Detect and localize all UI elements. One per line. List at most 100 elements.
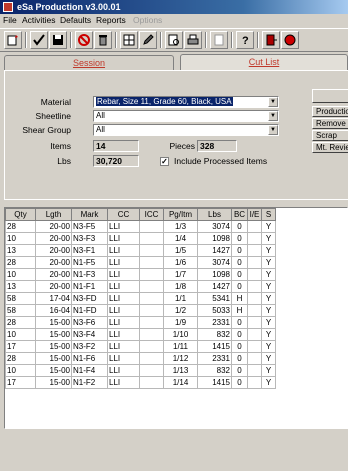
remove-button[interactable]: Remove [312, 118, 348, 129]
notes-button[interactable] [210, 31, 228, 49]
menu-file[interactable]: File [3, 14, 17, 27]
table-cell: N3-F2 [71, 340, 108, 353]
column-header[interactable]: ICC [139, 208, 164, 221]
menu-options: Options [133, 15, 163, 25]
table-row[interactable]: 17 15-00 N3-F2 LLI 1/11 1415 0 Y [5, 340, 276, 353]
scrap-button[interactable]: Scrap [312, 130, 348, 141]
column-header[interactable]: Lbs [197, 208, 232, 221]
table-cell [139, 316, 164, 329]
exit-button[interactable] [262, 31, 280, 49]
table-cell: N1-F1 [71, 280, 108, 293]
table-cell: N3-F3 [71, 232, 108, 245]
table-row[interactable]: 28 20-00 N3-F5 LLI 1/3 3074 0 Y [5, 220, 276, 233]
table-cell: 5033 [197, 304, 232, 317]
new-session-button[interactable] [4, 31, 22, 49]
table-cell: 1098 [197, 268, 232, 281]
table-cell: 16-04 [35, 304, 72, 317]
table-row[interactable]: 28 15-00 N1-F6 LLI 1/12 2331 0 Y [5, 352, 276, 365]
table-cell: 0 [231, 256, 248, 269]
menu-defaults[interactable]: Defaults [60, 14, 91, 27]
print-button[interactable] [184, 31, 202, 49]
menu-bar: File Activities Defaults Reports Options [0, 14, 348, 27]
table-row[interactable]: 10 15-00 N3-F4 LLI 1/10 832 0 Y [5, 328, 276, 341]
table-cell [247, 268, 262, 281]
table-cell: 20-00 [35, 244, 72, 257]
menu-reports[interactable]: Reports [96, 14, 126, 27]
sheetline-select[interactable]: All ▼ [93, 110, 279, 122]
production-button[interactable]: Production [312, 106, 348, 117]
table-cell: N1-FD [71, 304, 108, 317]
column-header[interactable]: I/E [247, 208, 262, 221]
lbs-label: Lbs [57, 156, 71, 166]
table-cell: LLI [107, 328, 140, 341]
table-cell: 1/3 [163, 220, 198, 233]
column-header[interactable]: CC [107, 208, 140, 221]
table-cell: 0 [231, 328, 248, 341]
sheetline-value: All [96, 111, 105, 120]
table-cell: 0 [231, 268, 248, 281]
layout-button[interactable] [120, 31, 138, 49]
table-row[interactable]: 10 20-00 N1-F3 LLI 1/7 1098 0 Y [5, 268, 276, 281]
table-cell: 28 [5, 220, 36, 233]
table-cell: 1098 [197, 232, 232, 245]
table-cell [247, 328, 262, 341]
table-cell: 0 [231, 220, 248, 233]
save-button[interactable] [49, 31, 67, 49]
table-row[interactable]: 58 17-04 N3-FD LLI 1/1 5341 H Y [5, 292, 276, 305]
column-header[interactable]: Lgth [35, 208, 72, 221]
column-header[interactable]: Qty [5, 208, 36, 221]
table-row[interactable]: 13 20-00 N3-F1 LLI 1/5 1427 0 Y [5, 244, 276, 257]
table-cell: 17 [5, 340, 36, 353]
preview-button[interactable] [165, 31, 183, 49]
accept-button[interactable] [30, 31, 48, 49]
table-cell [139, 280, 164, 293]
items-value: 14 [93, 140, 139, 152]
column-header[interactable]: Mark [71, 208, 108, 221]
table-row[interactable]: 13 20-00 N1-F1 LLI 1/8 1427 0 Y [5, 280, 276, 293]
table-cell: 10 [5, 268, 36, 281]
table-row[interactable]: 17 15-00 N1-F2 LLI 1/14 1415 0 Y [5, 376, 276, 389]
table-cell [139, 328, 164, 341]
menu-activities[interactable]: Activities [22, 14, 56, 27]
cancel-button[interactable] [75, 31, 93, 49]
table-cell: 28 [5, 256, 36, 269]
edit-button[interactable] [139, 31, 157, 49]
help-button[interactable]: ? [236, 31, 254, 49]
table-cell: LLI [107, 304, 140, 317]
table-cell [247, 316, 262, 329]
mt-review-button[interactable]: Mt. Review [312, 142, 348, 153]
table-cell: Y [261, 376, 276, 389]
delete-button[interactable] [94, 31, 112, 49]
table-cell: 28 [5, 352, 36, 365]
tab-cut-list[interactable]: Cut List [180, 54, 348, 70]
table-cell: 1/6 [163, 256, 198, 269]
column-header[interactable]: Pg/Itm [163, 208, 198, 221]
column-header[interactable]: BC [231, 208, 248, 221]
include-processed-checkbox[interactable]: ✓ [160, 157, 169, 166]
checkmark-icon [33, 34, 45, 46]
chevron-down-icon[interactable]: ▼ [268, 125, 278, 135]
close-session-button[interactable] [281, 31, 299, 49]
table-cell: 2331 [197, 352, 232, 365]
chevron-down-icon[interactable]: ▼ [268, 97, 278, 107]
shear-group-select[interactable]: All ▼ [93, 124, 279, 136]
table-row[interactable]: 10 20-00 N3-F3 LLI 1/4 1098 0 Y [5, 232, 276, 245]
table-cell: 58 [5, 292, 36, 305]
table-row[interactable]: 28 15-00 N3-F6 LLI 1/9 2331 0 Y [5, 316, 276, 329]
chevron-down-icon[interactable]: ▼ [268, 111, 278, 121]
table-row[interactable]: 28 20-00 N1-F5 LLI 1/6 3074 0 Y [5, 256, 276, 269]
table-cell: 13 [5, 244, 36, 257]
table-cell [247, 352, 262, 365]
table-cell: 1/2 [163, 304, 198, 317]
table-cell: 15-00 [35, 352, 72, 365]
column-header[interactable]: S [261, 208, 276, 221]
table-cell: N3-F1 [71, 244, 108, 257]
table-cell: 1/12 [163, 352, 198, 365]
table-cell: 3074 [197, 256, 232, 269]
material-select[interactable]: Rebar, Size 11, Grade 60, Black, USA ▼ [93, 96, 279, 108]
tab-session[interactable]: Session [4, 55, 174, 70]
table-row[interactable]: 58 16-04 N1-FD LLI 1/2 5033 H Y [5, 304, 276, 317]
table-row[interactable]: 10 15-00 N1-F4 LLI 1/13 832 0 Y [5, 364, 276, 377]
table-cell: LLI [107, 268, 140, 281]
table-cell: LLI [107, 244, 140, 257]
